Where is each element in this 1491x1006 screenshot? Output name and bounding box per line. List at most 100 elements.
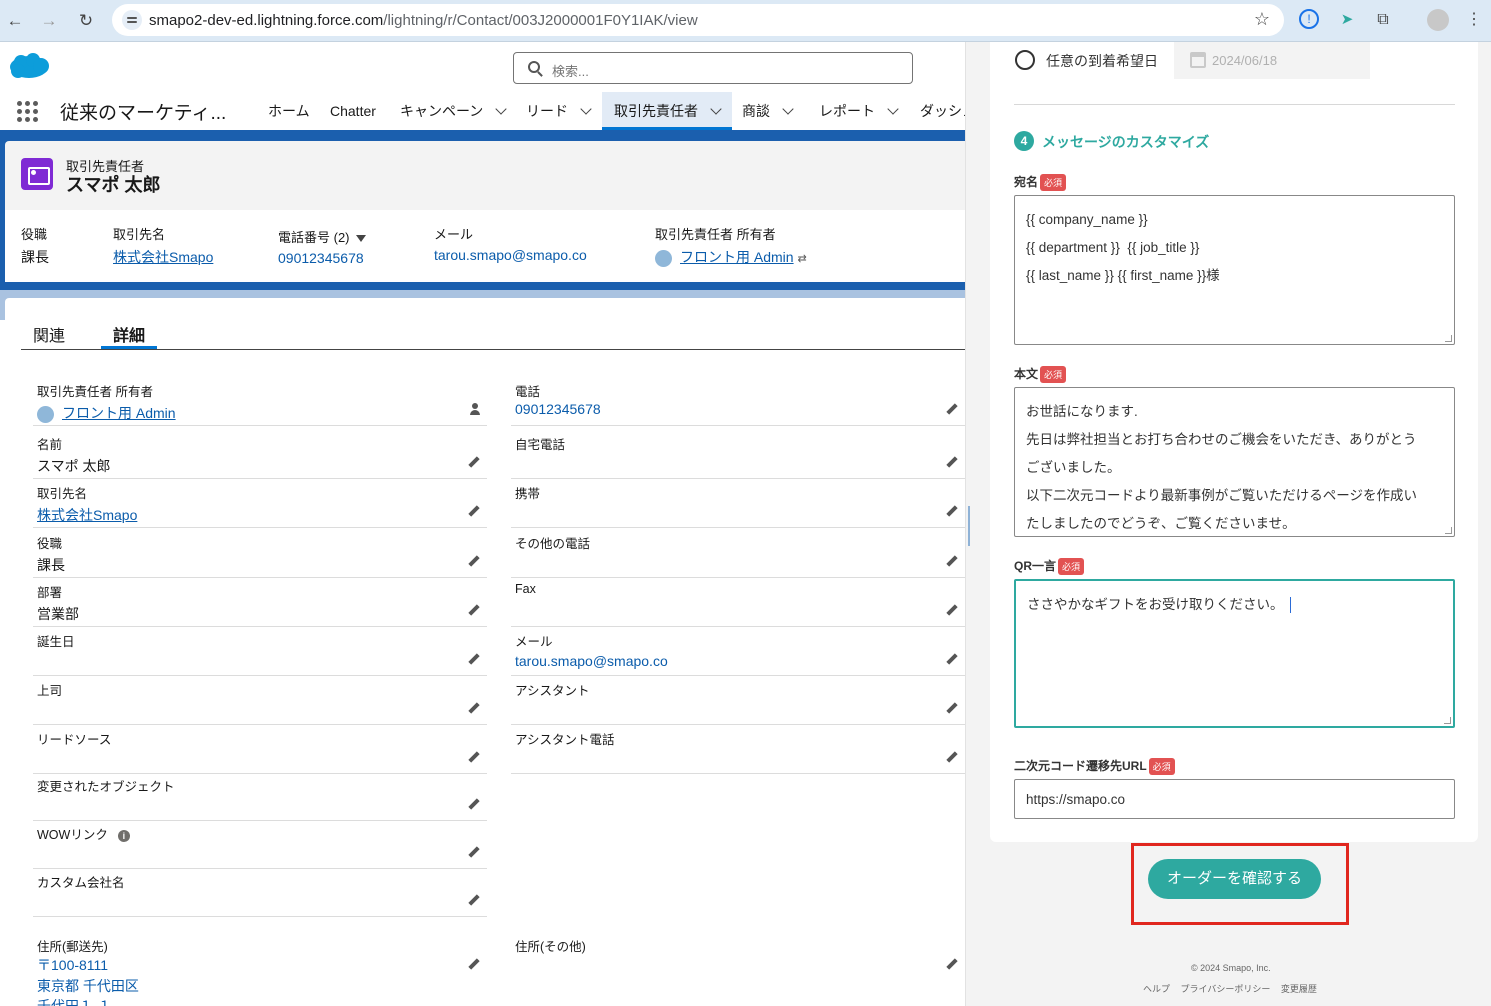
address-line-1[interactable]: 〒100-8111: [37, 955, 108, 975]
nav-campaigns[interactable]: キャンペーン: [400, 92, 507, 130]
footer-link-privacy[interactable]: プライバシーポリシー: [1181, 984, 1271, 994]
calendar-icon: [1190, 52, 1206, 68]
resize-handle[interactable]: [1445, 335, 1452, 342]
password-manager-icon[interactable]: !: [1299, 9, 1319, 29]
record-name: スマポ 太郎: [66, 175, 161, 195]
browser-menu-icon[interactable]: ⋮: [1463, 9, 1485, 31]
edit-pencil-icon[interactable]: [947, 403, 959, 415]
nav-home[interactable]: ホーム: [268, 92, 310, 130]
nav-dashboards[interactable]: ダッシュ: [920, 92, 965, 130]
site-settings-icon[interactable]: [122, 10, 142, 30]
required-badge: 必須: [1040, 366, 1067, 384]
footer-link-changelog[interactable]: 変更履歴: [1281, 984, 1317, 994]
resize-handle[interactable]: [1444, 717, 1451, 724]
nav-leads[interactable]: リード: [526, 92, 592, 130]
back-icon[interactable]: ←: [2, 8, 28, 34]
resize-handle[interactable]: [1445, 527, 1452, 534]
chevron-down-icon[interactable]: [710, 103, 722, 115]
edit-pencil-icon[interactable]: [469, 798, 481, 810]
nav-reports[interactable]: レポート: [819, 92, 899, 130]
qr-url-input[interactable]: https://smapo.co: [1014, 779, 1455, 819]
phone-link[interactable]: 09012345678: [278, 250, 366, 266]
change-owner-icon[interactable]: ⇄: [797, 253, 806, 265]
owner-link[interactable]: フロント用 Admin: [62, 405, 176, 421]
edit-pencil-icon[interactable]: [469, 653, 481, 665]
step-title: メッセージのカスタマイズ: [1042, 134, 1210, 150]
owner-link[interactable]: フロント用 Admin: [680, 249, 794, 265]
highlight-label: 取引先名: [113, 227, 166, 242]
address-line-3[interactable]: 千代田１-１: [37, 996, 112, 1006]
edit-pencil-icon[interactable]: [947, 653, 959, 665]
edit-pencil-icon[interactable]: [947, 751, 959, 763]
edit-pencil-icon[interactable]: [947, 604, 959, 616]
tab-related[interactable]: 関連: [33, 322, 65, 346]
edit-pencil-icon[interactable]: [469, 604, 481, 616]
edit-pencil-icon[interactable]: [469, 751, 481, 763]
field-label: 役職: [37, 537, 63, 551]
chevron-down-icon[interactable]: [887, 103, 899, 115]
global-search-input[interactable]: 検索...: [513, 52, 913, 84]
phone-link[interactable]: 09012345678: [515, 401, 601, 417]
address-bar[interactable]: smapo2-dev-ed.lightning.force.com/lightn…: [112, 4, 1284, 36]
arrival-date-radio[interactable]: [1015, 50, 1035, 70]
email-link[interactable]: tarou.smapo@smapo.co: [434, 247, 587, 263]
step-number-badge: 4: [1014, 131, 1034, 151]
panel-resize-handle[interactable]: [968, 506, 970, 546]
edit-pencil-icon[interactable]: [947, 702, 959, 714]
annotation-highlight-box: [1131, 843, 1349, 925]
edit-pencil-icon[interactable]: [469, 958, 481, 970]
extensions-icon[interactable]: ⧉: [1372, 9, 1394, 31]
field-label: 住所(その他): [515, 940, 586, 954]
account-link[interactable]: 株式会社Smapo: [37, 505, 137, 525]
field-value: 課長: [37, 557, 65, 573]
forward-icon[interactable]: →: [36, 8, 62, 34]
profile-avatar[interactable]: [1427, 9, 1449, 31]
qr-message-textarea[interactable]: ささやかなギフトをお受け取りください。: [1014, 579, 1455, 728]
nav-opportunities[interactable]: 商談: [742, 92, 794, 130]
reload-icon[interactable]: ↻: [73, 8, 99, 34]
bookmark-star-icon[interactable]: ☆: [1254, 9, 1270, 30]
field-label: 自宅電話: [515, 438, 566, 452]
nav-contacts[interactable]: 取引先責任者: [602, 92, 732, 130]
address-line-2[interactable]: 東京都 千代田区: [37, 976, 139, 996]
body-textarea[interactable]: お世話になります. 先日は弊社担当とお打ち合わせのご機会をいただき、ありがとう …: [1014, 387, 1455, 537]
tab-detail[interactable]: 詳細: [113, 322, 145, 346]
field-mobile: 携帯: [511, 479, 965, 528]
addressee-textarea[interactable]: {{ company_name }} {{ department }} {{ j…: [1014, 195, 1455, 345]
nav-chatter[interactable]: Chatter: [330, 92, 376, 130]
highlight-title: 役職 課長: [21, 224, 49, 267]
edit-pencil-icon[interactable]: [469, 555, 481, 567]
arrival-date-input[interactable]: 2024/06/18: [1174, 42, 1370, 79]
highlight-email: メール tarou.smapo@smapo.co: [434, 224, 587, 263]
edit-pencil-icon[interactable]: [469, 846, 481, 858]
textarea-line: たしましたのでどうぞ、ご覧くださいませ。: [1026, 516, 1296, 531]
record-highlights: 役職 課長 取引先名 株式会社Smapo 電話番号 (2) 0901234567…: [5, 210, 965, 282]
chevron-down-icon[interactable]: [495, 103, 507, 115]
edit-pencil-icon[interactable]: [947, 958, 959, 970]
email-link[interactable]: tarou.smapo@smapo.co: [515, 653, 668, 669]
chevron-down-icon[interactable]: [580, 103, 592, 115]
edit-pencil-icon[interactable]: [469, 894, 481, 906]
account-link[interactable]: 株式会社Smapo: [113, 247, 213, 267]
browser-toolbar: ← → ↻ smapo2-dev-ed.lightning.force.com/…: [0, 0, 1491, 42]
salesforce-logo[interactable]: [9, 53, 50, 81]
chevron-down-icon[interactable]: [782, 103, 794, 115]
edit-pencil-icon[interactable]: [469, 456, 481, 468]
change-owner-icon[interactable]: [469, 403, 481, 415]
caret-down-icon[interactable]: [355, 235, 366, 242]
edit-pencil-icon[interactable]: [947, 505, 959, 517]
send-extension-icon[interactable]: ➤: [1336, 9, 1358, 31]
field-custom-company: カスタム会社名: [33, 868, 487, 917]
edit-pencil-icon[interactable]: [947, 555, 959, 567]
edit-pencil-icon[interactable]: [469, 505, 481, 517]
nav-bar: ホーム Chatter キャンペーン リード 取引先責任者 商談 レポート ダッ…: [0, 92, 965, 130]
field-changed-object: 変更されたオブジェクト: [33, 772, 487, 821]
edit-pencil-icon[interactable]: [947, 456, 959, 468]
textarea-line: 以下二次元コードより最新事例がご覧いただけるページを作成い: [1026, 488, 1417, 503]
field-account: 取引先名 株式会社Smapo: [33, 479, 487, 528]
highlight-label: 役職: [21, 227, 48, 242]
edit-pencil-icon[interactable]: [469, 702, 481, 714]
footer-link-help[interactable]: ヘルプ: [1143, 984, 1170, 994]
info-icon[interactable]: i: [117, 829, 130, 842]
field-label: WOWリンク i: [37, 824, 130, 843]
